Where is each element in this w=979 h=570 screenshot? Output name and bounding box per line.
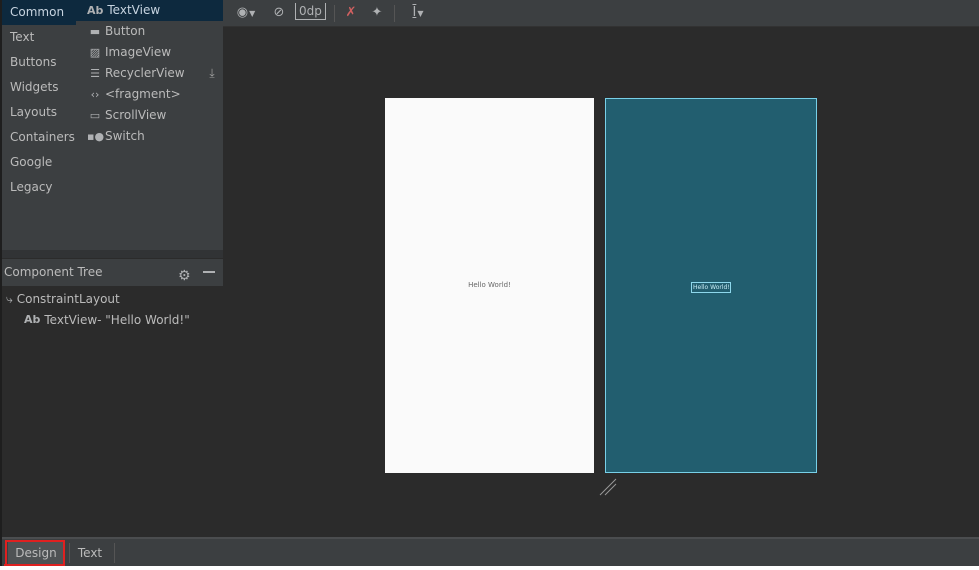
palette-category-legacy[interactable]: Legacy bbox=[2, 175, 76, 200]
palette-widget-label: ScrollView bbox=[105, 108, 167, 122]
palette-widget-button[interactable]: ▬ Button bbox=[76, 21, 223, 42]
switch-icon: ▪● bbox=[87, 130, 105, 143]
textview-icon: Ab bbox=[87, 4, 104, 17]
toolbar-separator bbox=[334, 5, 335, 22]
palette-categories: Common Text Buttons Widgets Layouts Cont… bbox=[2, 0, 76, 250]
palette-category-text[interactable]: Text bbox=[2, 25, 76, 50]
guidelines-button[interactable]: I▼ bbox=[405, 3, 431, 23]
imageview-icon: ▨ bbox=[89, 46, 101, 59]
blueprint-textview[interactable]: Hello World! bbox=[691, 282, 731, 293]
tab-separator bbox=[114, 543, 115, 563]
bottom-margin bbox=[0, 566, 979, 570]
infer-constraints-button[interactable]: ✦ bbox=[368, 3, 386, 23]
palette-widget-label: <fragment> bbox=[105, 87, 181, 101]
chevron-down-icon: ▼ bbox=[249, 9, 256, 18]
tab-separator bbox=[69, 543, 70, 563]
palette-category-containers[interactable]: Containers bbox=[2, 125, 76, 150]
download-icon[interactable]: ⤓ bbox=[205, 63, 219, 84]
minimize-icon[interactable] bbox=[203, 271, 215, 273]
resize-handle-icon[interactable] bbox=[599, 478, 617, 496]
palette-widget-list: Ab TextView ▬ Button ▨ ImageView ☰ Recyc… bbox=[76, 0, 223, 250]
panel-divider[interactable] bbox=[2, 250, 223, 259]
palette-widget-label: ImageView bbox=[105, 45, 172, 59]
blueprint-preview-screen[interactable]: Hello World! bbox=[605, 98, 817, 473]
constraintlayout-icon: ⤷ bbox=[6, 292, 13, 306]
tree-item-textview[interactable]: Ab TextView - "Hello World!" bbox=[24, 310, 190, 330]
design-preview-screen[interactable]: Hello World! bbox=[385, 98, 594, 473]
palette-widget-label: TextView bbox=[107, 3, 161, 17]
clear-constraints-icon: ✗ bbox=[345, 5, 357, 20]
tree-item-constraintlayout[interactable]: ⤷ ConstraintLayout bbox=[6, 289, 120, 309]
palette-widget-imageview[interactable]: ▨ ImageView bbox=[76, 42, 223, 63]
palette-category-buttons[interactable]: Buttons bbox=[2, 50, 76, 75]
design-toolbar: ◉▼ ⊘ 0dp ✗ ✦ I▼ bbox=[223, 0, 979, 27]
align-icon: I bbox=[412, 5, 417, 20]
view-options-button[interactable]: ◉▼ bbox=[232, 3, 260, 23]
autoconnect-toggle-button[interactable]: ⊘ bbox=[270, 3, 288, 23]
eye-icon: ◉ bbox=[236, 5, 249, 20]
component-tree-header: Component Tree ⚙ bbox=[2, 259, 223, 286]
palette-category-google[interactable]: Google bbox=[2, 150, 76, 175]
magic-wand-icon: ✦ bbox=[371, 5, 383, 20]
tree-item-label: ConstraintLayout bbox=[16, 292, 120, 306]
palette-category-layouts[interactable]: Layouts bbox=[2, 100, 76, 125]
tree-item-label: TextView bbox=[44, 313, 98, 327]
tab-text[interactable]: Text bbox=[72, 542, 108, 564]
palette-widget-fragment[interactable]: ‹› <fragment> bbox=[76, 84, 223, 105]
component-tree-panel: Component Tree ⚙ ⤷ ConstraintLayout Ab T… bbox=[2, 259, 223, 537]
textview-icon: Ab bbox=[24, 313, 41, 326]
palette-widget-label: Switch bbox=[105, 129, 145, 143]
palette-widget-recyclerview[interactable]: ☰ RecyclerView ⤓ bbox=[76, 63, 223, 84]
tab-design[interactable]: Design bbox=[8, 542, 64, 564]
palette-widget-switch[interactable]: ▪● Switch bbox=[76, 126, 223, 147]
palette-category-common[interactable]: Common bbox=[2, 0, 76, 25]
design-textview[interactable]: Hello World! bbox=[385, 281, 594, 289]
default-margin-button[interactable]: 0dp bbox=[295, 3, 326, 20]
fragment-icon: ‹› bbox=[90, 88, 100, 101]
gear-icon[interactable]: ⚙ bbox=[178, 263, 191, 290]
button-icon: ▬ bbox=[89, 25, 101, 38]
clear-constraints-button[interactable]: ✗ bbox=[342, 3, 360, 23]
design-canvas[interactable]: Hello World! Hello World! bbox=[223, 28, 979, 537]
palette-widget-scrollview[interactable]: ▭ ScrollView bbox=[76, 105, 223, 126]
palette-widget-label: Button bbox=[105, 24, 146, 38]
default-margin-value: 0dp bbox=[299, 4, 322, 18]
component-tree-title: Component Tree bbox=[4, 265, 103, 279]
scrollview-icon: ▭ bbox=[89, 109, 101, 122]
android-studio-layout-editor: Common Text Buttons Widgets Layouts Cont… bbox=[0, 0, 979, 570]
recyclerview-icon: ☰ bbox=[90, 67, 100, 80]
magnet-off-icon: ⊘ bbox=[273, 5, 285, 20]
tree-item-text-value: - "Hello World!" bbox=[97, 313, 190, 327]
toolbar-separator bbox=[394, 5, 395, 22]
editor-mode-tabs: Design Text bbox=[2, 537, 979, 566]
chevron-down-icon: ▼ bbox=[417, 9, 424, 18]
palette-widget-label: RecyclerView bbox=[105, 66, 185, 80]
palette-category-widgets[interactable]: Widgets bbox=[2, 75, 76, 100]
palette-widget-textview[interactable]: Ab TextView bbox=[76, 0, 223, 21]
